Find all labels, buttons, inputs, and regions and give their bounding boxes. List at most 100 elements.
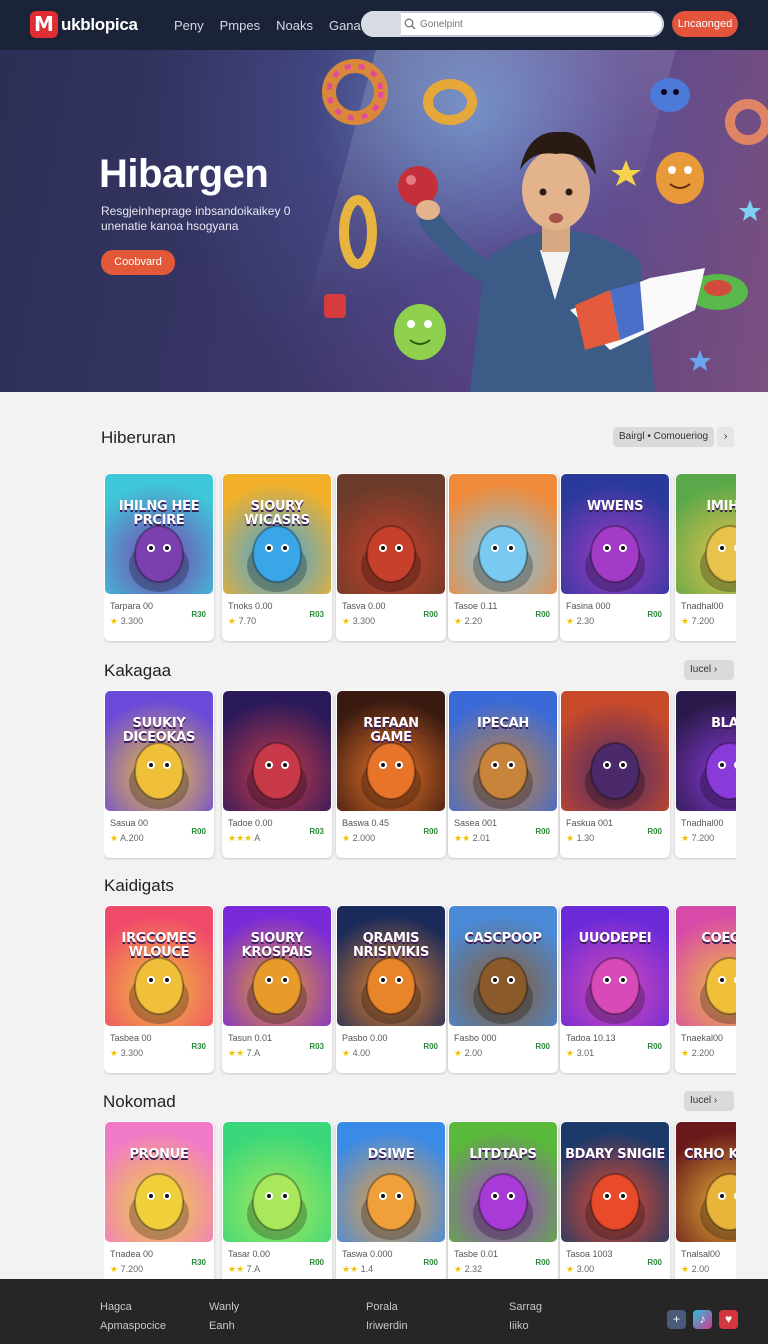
game-card[interactable]: COECRA Tnaekal00 ★ 2.200 [675,905,736,1073]
star-icon: ★ [566,1264,575,1274]
thumbnail-title: SIOURY KROSPAIS [241,931,313,960]
game-name: Fasbo 000 [454,1033,497,1043]
game-card[interactable]: SIOURY KROSPAIS Tasun 0.01 ★★ 7.A R03 [222,905,332,1073]
game-card[interactable]: Tadoe 0.00 ★★★ A R03 [222,690,332,858]
footer-link[interactable]: Apmaspocice [100,1317,166,1336]
game-card[interactable]: BDARY SNIGIE Tasoa 1003 ★ 3.00 R00 [560,1121,670,1279]
star-icon: ★ [681,1264,690,1274]
star-icon: ★ [566,833,575,843]
game-rating: ★★ 1.4 [342,1264,374,1274]
thumbnail-title: UUODEPEI [578,931,652,946]
game-price: R03 [309,610,324,619]
thumbnail-title: SUUKIY DICEOKAS [122,716,196,745]
game-price: R03 [309,1042,324,1051]
game-thumbnail: COECRA [676,906,736,1026]
star-icon: ★ [681,616,690,626]
game-card[interactable]: SIOURY WICASRS Tnoks 0.00 ★ 7.70 R03 [222,473,332,641]
game-price: R00 [535,1042,550,1051]
thumbnail-title: PRONUE [129,1147,189,1162]
footer-link[interactable]: Porala [366,1298,408,1317]
game-card[interactable]: CRHO KLODS Tnalsal00 ★ 2.00 [675,1121,736,1279]
game-name: Sasea 001 [454,818,498,828]
game-thumbnail: DSIWE [337,1122,445,1242]
plus-icon[interactable]: + [667,1310,686,1329]
login-button[interactable]: Lncaonged [672,11,738,37]
star-icon: ★ [681,833,690,843]
game-card[interactable]: IHILNG HEE PRCIRE Tarpara 00 ★ 3.300 R30 [104,473,214,641]
game-rating: ★ A.200 [110,833,144,843]
game-name: Tasoe 0.11 [454,601,498,611]
brand-logo[interactable]: M ukblopica [30,11,138,38]
game-card[interactable]: IRGCOMES WLOUCE Tasbea 00 ★ 3.300 R30 [104,905,214,1073]
filter-pill-1[interactable]: Bairgl • Comoueriog [613,427,715,447]
game-card[interactable]: WWENS Fasina 000 ★ 2.30 R00 [560,473,670,641]
footer-col-1: Hagca Apmaspocice [100,1298,166,1336]
character-art [129,525,189,592]
game-card[interactable]: BLAD Tnadhal00 ★ 7.200 [675,690,736,858]
game-thumbnail: QRAMIS NRISIVIKIS [337,906,445,1026]
search-category-segment[interactable] [361,11,401,37]
game-card[interactable]: Tasoe 0.11 ★ 2.20 R00 [448,473,558,641]
search-bar[interactable] [361,11,664,37]
game-card[interactable]: UUODEPEI Tadoa 10.13 ★ 3.01 R00 [560,905,670,1073]
game-card[interactable]: IPECAH Sasea 001 ★★ 2.01 R00 [448,690,558,858]
game-card[interactable]: Tasar 0.00 ★★ 7.A R00 [222,1121,332,1279]
see-all-button-2[interactable]: Iucel › [684,660,734,680]
thumbnail-title: DSIWE [367,1147,415,1162]
character-art [129,957,189,1024]
game-thumbnail: UUODEPEI [561,906,669,1026]
game-name: Tasbea 00 [110,1033,152,1043]
game-card[interactable]: SUUKIY DICEOKAS Sasua 00 ★ A.200 R00 [104,690,214,858]
game-price: R30 [191,1258,206,1267]
heart-icon[interactable]: ♥ [719,1310,738,1329]
game-rating: ★ 7.200 [681,833,715,843]
section-controls-1: Bairgl • Comoueriog › [613,427,735,447]
nav-link-3[interactable]: Noaks [276,18,313,33]
footer-link[interactable]: Iiiko [509,1317,542,1336]
section-controls-2: Iucel › [684,660,734,680]
game-name: Tnadhal00 [681,818,724,828]
game-card[interactable]: PRONUE Tnadea 00 ★ 7.200 R30 [104,1121,214,1279]
star-icon: ★ [350,1264,359,1274]
game-thumbnail [561,691,669,811]
footer-link[interactable]: Eanh [209,1317,239,1336]
next-arrow-icon[interactable]: › [717,427,735,447]
game-card[interactable]: Tasva 0.00 ★ 3.300 R00 [336,473,446,641]
thumbnail-title: BLAD [711,716,736,731]
nav-link-4[interactable]: Gana [329,18,361,33]
see-all-label-2: Iucel [690,664,712,675]
game-card[interactable]: REFAAN GAME Baswa 0.45 ★ 2.000 R00 [336,690,446,858]
character-art [361,957,421,1024]
see-all-button-4[interactable]: Iucel › [684,1091,734,1111]
nav-link-2[interactable]: Pmpes [220,18,260,33]
game-card[interactable]: DSIWE Taswa 0.000 ★★ 1.4 R00 [336,1121,446,1279]
music-icon[interactable]: ♪ [693,1310,712,1329]
nav-link-1[interactable]: Peny [174,18,204,33]
game-card[interactable]: Faskua 001 ★ 1.30 R00 [560,690,670,858]
game-card[interactable]: LITDTAPS Tasbe 0.01 ★ 2.32 R00 [448,1121,558,1279]
search-input[interactable] [420,18,640,30]
game-name: Tarpara 00 [110,601,154,611]
character-art [473,957,533,1024]
game-thumbnail: SIOURY WICASRS [223,474,331,594]
game-price: R00 [535,1258,550,1267]
game-rating: ★ 3.300 [110,616,144,626]
footer-col-3: Porala Iriwerdin [366,1298,408,1336]
game-thumbnail: IHILNG HEE PRCIRE [105,474,213,594]
star-icon: ★ [454,833,463,843]
game-card[interactable]: QRAMIS NRISIVIKIS Pasbo 0.00 ★ 4.00 R00 [336,905,446,1073]
star-icon: ★ [236,833,245,843]
game-rating: ★ 2.000 [342,833,376,843]
game-thumbnail [337,474,445,594]
footer-link[interactable]: Iriwerdin [366,1317,408,1336]
footer-link[interactable]: Sarrag [509,1298,542,1317]
card-row-2: SUUKIY DICEOKAS Sasua 00 ★ A.200 R00 Tadoe … [104,690,736,860]
game-card[interactable]: CASCPOOP Fasbo 000 ★ 2.00 R00 [448,905,558,1073]
chevron-right-icon: › [713,1095,718,1106]
game-thumbnail: REFAAN GAME [337,691,445,811]
footer-link[interactable]: Hagca [100,1298,166,1317]
footer-link[interactable]: Wanly [209,1298,239,1317]
hero-cta-button[interactable]: Coobvard [101,250,175,275]
character-art [247,1173,307,1240]
game-card[interactable]: IMIHIG Tnadhal00 ★ 7.200 [675,473,736,641]
